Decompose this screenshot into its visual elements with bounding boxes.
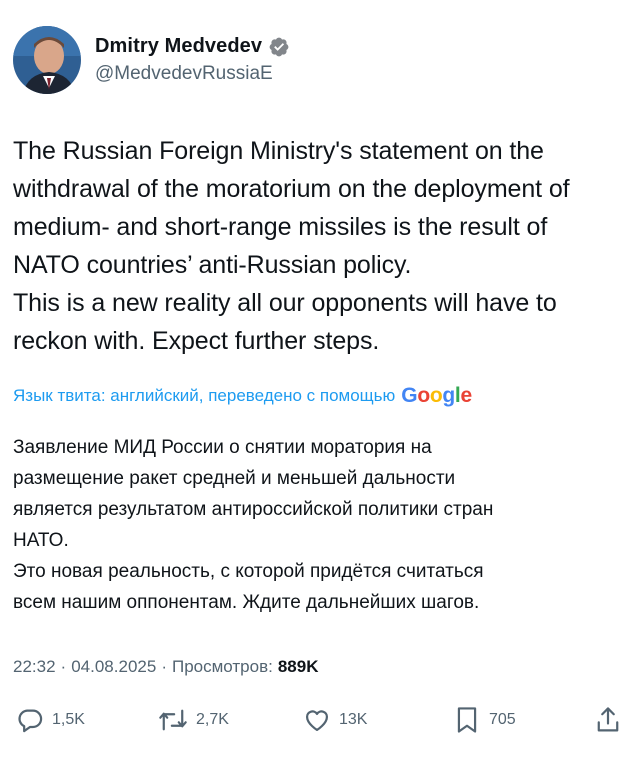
meta-separator: · — [161, 657, 167, 676]
tweet-line: medium- and short-range missiles is the … — [13, 213, 548, 241]
action-bar: 1,5K 2,7K 13K 705 — [16, 703, 624, 737]
author-info: Dmitry Medvedev @MedvedevRussiaE — [95, 35, 290, 85]
tweet-time[interactable]: 22:32 — [13, 657, 56, 677]
like-button[interactable]: 13K — [303, 703, 367, 737]
google-logo: Google — [401, 384, 472, 407]
translation-notice[interactable]: Язык твита: английский, переведено с пом… — [13, 384, 472, 408]
verified-badge-icon[interactable] — [268, 36, 290, 58]
translated-text: Заявление МИД России о снятии моратория … — [13, 432, 625, 618]
bookmark-icon — [457, 707, 477, 733]
tweet-line: The Russian Foreign Ministry's statement… — [13, 137, 544, 165]
bookmark-count: 705 — [489, 711, 516, 728]
tweet-date[interactable]: 04.08.2025 — [71, 657, 156, 677]
repost-count: 2,7K — [196, 711, 229, 728]
translated-line: является результатом антироссийской поли… — [13, 499, 494, 520]
repost-button[interactable]: 2,7K — [158, 703, 229, 737]
views-count: 889K — [277, 657, 319, 676]
reply-icon — [18, 709, 43, 733]
translation-label[interactable]: Язык твита: английский, переведено с пом… — [13, 386, 395, 406]
bookmark-button[interactable]: 705 — [453, 703, 516, 737]
tweet-line: NATO countries’ anti-Russian policy. — [13, 251, 412, 279]
tweet-line: reckon with. Expect further steps. — [13, 327, 380, 355]
heart-icon — [305, 710, 329, 732]
tweet-line: withdrawal of the moratorium on the depl… — [13, 175, 570, 203]
views-label: Просмотров: — [171, 657, 273, 676]
author-handle[interactable]: @MedvedevRussiaE — [95, 63, 290, 85]
share-button[interactable] — [594, 703, 622, 737]
translated-line: НАТО. — [13, 530, 69, 551]
repost-icon — [159, 709, 187, 731]
avatar[interactable] — [13, 26, 81, 94]
tweet-line: This is a new reality all our opponents … — [13, 289, 557, 317]
translated-line: размещение ракет средней и меньшей дальн… — [13, 468, 456, 489]
tweet-meta: 22:32 · 04.08.2025 · Просмотров: 889K — [13, 657, 318, 677]
reply-count: 1,5K — [52, 711, 85, 728]
author-name[interactable]: Dmitry Medvedev — [95, 35, 262, 58]
tweet-text: The Russian Foreign Ministry's statement… — [13, 132, 625, 360]
share-icon — [597, 707, 619, 732]
translated-line: Заявление МИД России о снятии моратория … — [13, 437, 432, 458]
translated-line: всем нашим оппонентам. Ждите дальнейших … — [13, 592, 480, 613]
meta-separator: · — [60, 657, 67, 676]
tweet-header: Dmitry Medvedev @MedvedevRussiaE — [13, 22, 290, 98]
name-row: Dmitry Medvedev — [95, 35, 290, 58]
translated-line: Это новая реальность, с которой придётся… — [13, 561, 484, 582]
like-count: 13K — [339, 711, 368, 728]
reply-button[interactable]: 1,5K — [16, 703, 85, 737]
